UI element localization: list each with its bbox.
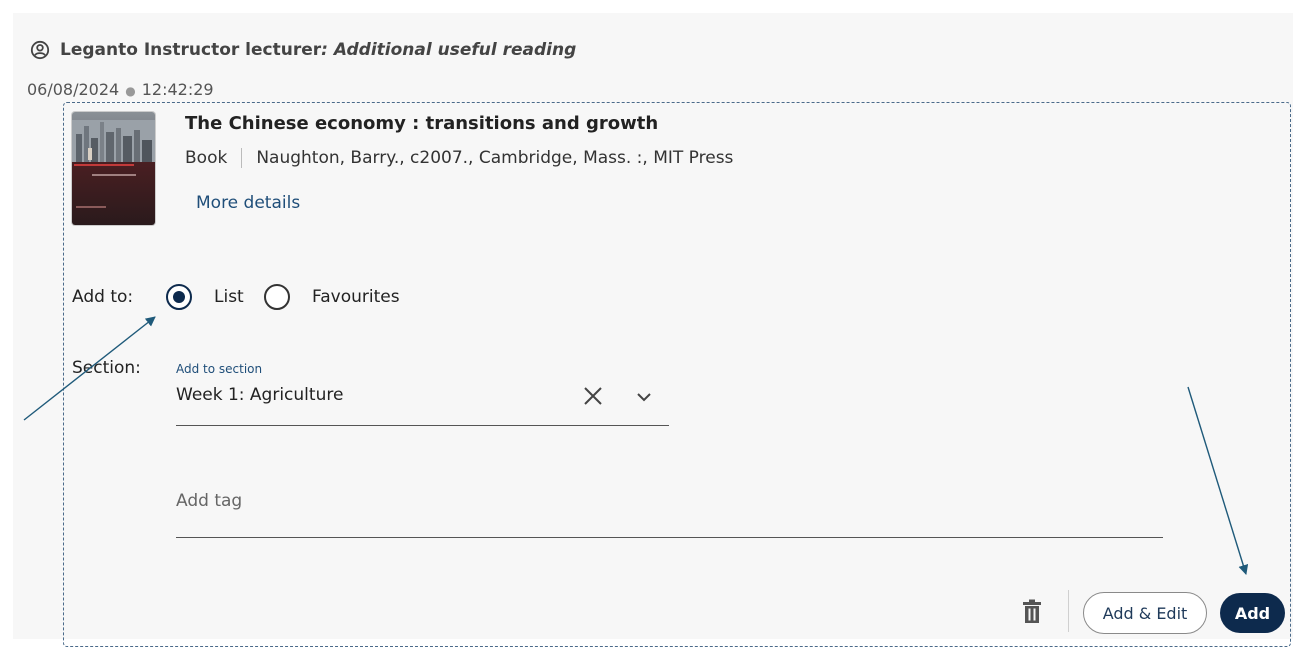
radio-list[interactable] [166, 284, 192, 310]
comment-time: 12:42:29 [141, 80, 214, 99]
item-metadata: Book Naughton, Barry., c2007., Cambridge… [185, 148, 733, 168]
chevron-down-icon[interactable] [636, 390, 652, 404]
item-type: Book [185, 148, 228, 168]
metadata-divider [241, 148, 243, 168]
cover-title-stripe [74, 164, 134, 166]
section-select[interactable]: Add to section Week 1: Agriculture [176, 360, 669, 426]
add-to-label: Add to: [72, 287, 134, 307]
close-icon[interactable] [582, 385, 604, 407]
section-field-label: Add to section [176, 362, 263, 376]
add-button[interactable]: Add [1220, 593, 1285, 633]
tag-field[interactable] [176, 480, 1163, 538]
radio-favourites-label[interactable]: Favourites [312, 287, 400, 307]
section-selected-value[interactable]: Week 1: Agriculture [176, 385, 343, 405]
book-cover-art [72, 120, 155, 162]
tag-input[interactable] [176, 486, 1163, 516]
add-and-edit-button[interactable]: Add & Edit [1083, 592, 1207, 634]
cover-subtitle-stripe [92, 174, 136, 176]
radio-favourites[interactable] [264, 284, 290, 310]
timestamp-separator: ● [125, 84, 136, 98]
trash-icon[interactable] [1020, 599, 1044, 625]
more-details-link[interactable]: More details [196, 193, 300, 213]
book-cover-thumbnail [72, 112, 155, 225]
item-details: Naughton, Barry., c2007., Cambridge, Mas… [256, 148, 734, 168]
actions-divider [1068, 590, 1069, 632]
comment-author: Leganto Instructor lecturer [60, 40, 322, 60]
section-label: Section: [72, 358, 141, 378]
comment-header: Leganto Instructor lecturer: Additional … [30, 40, 576, 60]
comment-date: 06/08/2024 [27, 80, 120, 99]
user-circle-icon [30, 40, 50, 60]
cover-author-stripe [76, 206, 106, 208]
item-title: The Chinese economy : transitions and gr… [185, 113, 659, 134]
comment-note: : Additional useful reading [321, 40, 577, 60]
comment-timestamp: 06/08/2024 ● 12:42:29 [27, 80, 214, 99]
radio-list-label[interactable]: List [214, 287, 244, 307]
